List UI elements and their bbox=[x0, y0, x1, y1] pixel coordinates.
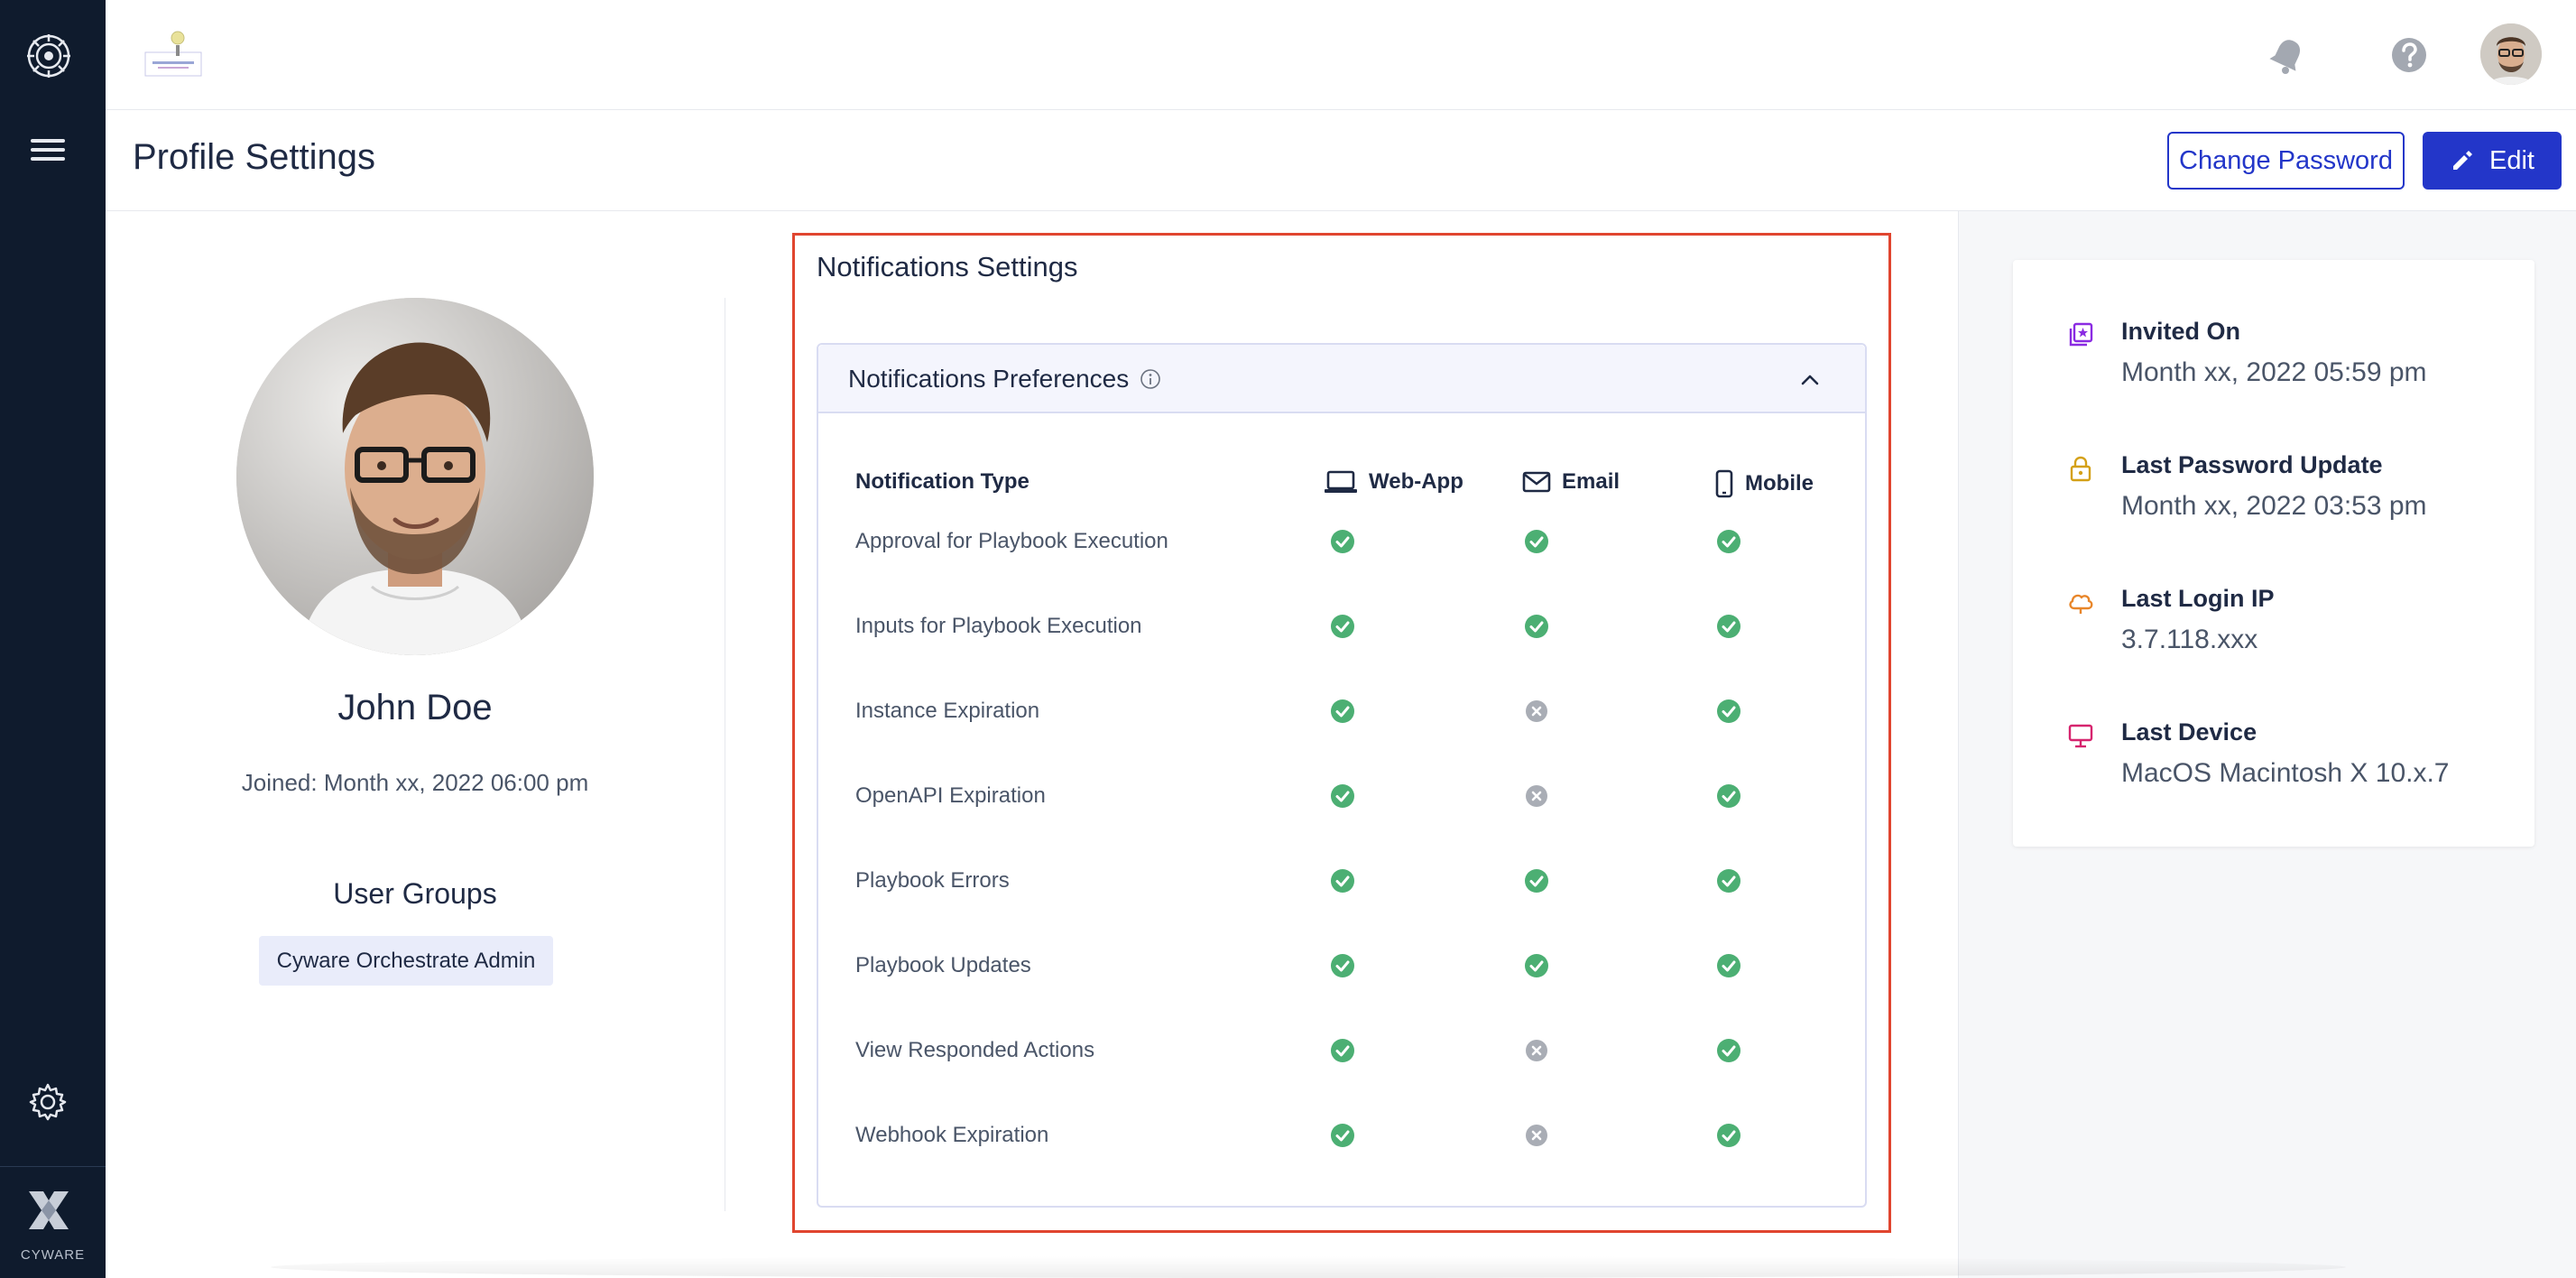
enabled-check-icon-mobile[interactable] bbox=[1716, 783, 1741, 809]
column-header-mobile: Mobile bbox=[1714, 469, 1814, 498]
last-device-label: Last Device bbox=[2121, 718, 2257, 746]
email-envelope-icon bbox=[1522, 471, 1551, 493]
invited-on-value: Month xx, 2022 05:59 pm bbox=[2121, 357, 2427, 387]
user-group-chip: Cyware Orchestrate Admin bbox=[259, 936, 553, 986]
info-icon[interactable] bbox=[1140, 368, 1161, 390]
monitor-icon bbox=[2068, 724, 2093, 748]
enabled-check-icon-webapp[interactable] bbox=[1330, 699, 1355, 724]
avatar-portrait-icon bbox=[2480, 23, 2542, 85]
notification-row-label: Playbook Updates bbox=[855, 953, 1031, 977]
page-title: Profile Settings bbox=[133, 137, 376, 177]
invited-on-label: Invited On bbox=[2121, 318, 2241, 345]
cyware-brand-icon bbox=[29, 1191, 69, 1229]
hamburger-menu-icon[interactable] bbox=[31, 139, 65, 166]
invited-star-icon bbox=[2069, 322, 2093, 347]
user-avatar-small[interactable] bbox=[2480, 23, 2542, 85]
notification-bell-icon[interactable] bbox=[2267, 34, 2308, 76]
enabled-check-icon-webapp[interactable] bbox=[1330, 529, 1355, 554]
column-header-webapp-label: Web-App bbox=[1369, 469, 1463, 494]
column-header-webapp: Web-App bbox=[1324, 469, 1463, 495]
enabled-check-icon-mobile[interactable] bbox=[1716, 1038, 1741, 1063]
enabled-check-icon-mobile[interactable] bbox=[1716, 868, 1741, 894]
last-login-ip-label: Last Login IP bbox=[2121, 585, 2275, 612]
enabled-check-icon-mobile[interactable] bbox=[1716, 1123, 1741, 1148]
notification-row-label: Webhook Expiration bbox=[855, 1123, 1049, 1147]
notification-row-label: Instance Expiration bbox=[855, 699, 1040, 723]
enabled-check-icon-mobile[interactable] bbox=[1716, 529, 1741, 554]
enabled-check-icon-webapp[interactable] bbox=[1330, 1123, 1355, 1148]
cloud-icon bbox=[2069, 594, 2093, 614]
change-password-button[interactable]: Change Password bbox=[2167, 132, 2405, 190]
disabled-x-icon-email[interactable] bbox=[1524, 1038, 1549, 1063]
enabled-check-icon-webapp[interactable] bbox=[1330, 1038, 1355, 1063]
brand-label: CYWARE bbox=[20, 1247, 86, 1263]
enabled-check-icon-webapp[interactable] bbox=[1330, 614, 1355, 639]
joined-date: Joined: Month xx, 2022 06:00 pm bbox=[241, 769, 589, 796]
column-header-email: Email bbox=[1522, 469, 1620, 495]
enabled-check-icon-webapp[interactable] bbox=[1330, 783, 1355, 809]
last-password-value: Month xx, 2022 03:53 pm bbox=[2121, 491, 2427, 521]
enabled-check-icon-email[interactable] bbox=[1524, 868, 1549, 894]
notifications-preferences-header[interactable]: Notifications Preferences bbox=[818, 345, 1865, 413]
notifications-preferences-title: Notifications Preferences bbox=[848, 365, 1130, 393]
left-nav-rail: CYWARE bbox=[0, 0, 106, 1278]
laptop-icon bbox=[1325, 470, 1357, 493]
column-header-mobile-label: Mobile bbox=[1745, 471, 1814, 495]
column-header-notification-type-label: Notification Type bbox=[855, 469, 1029, 494]
edit-button[interactable]: Edit bbox=[2423, 132, 2562, 190]
disabled-x-icon-email[interactable] bbox=[1524, 699, 1549, 724]
rail-divider bbox=[0, 1166, 106, 1167]
help-icon[interactable] bbox=[2388, 34, 2430, 76]
top-bar bbox=[106, 0, 2576, 110]
notification-row-label: OpenAPI Expiration bbox=[855, 783, 1046, 808]
disabled-x-icon-email[interactable] bbox=[1524, 1123, 1549, 1148]
lock-icon bbox=[2070, 456, 2091, 482]
notification-row-label: Inputs for Playbook Execution bbox=[855, 614, 1142, 638]
notification-row-label: Approval for Playbook Execution bbox=[855, 529, 1168, 553]
chevron-up-icon[interactable] bbox=[1796, 366, 1824, 394]
user-groups-title: User Groups bbox=[333, 877, 497, 910]
pencil-icon bbox=[2453, 151, 2472, 170]
tenant-logo-icon[interactable] bbox=[143, 27, 207, 81]
settings-gear-icon[interactable] bbox=[28, 1082, 68, 1122]
column-header-notification-type: Notification Type bbox=[855, 469, 1029, 495]
enabled-check-icon-mobile[interactable] bbox=[1716, 699, 1741, 724]
last-password-label: Last Password Update bbox=[2121, 451, 2383, 478]
enabled-check-icon-email[interactable] bbox=[1524, 953, 1549, 978]
last-device-value: MacOS Macintosh X 10.x.7 bbox=[2121, 758, 2450, 788]
notification-row-label: View Responded Actions bbox=[855, 1038, 1095, 1062]
profile-photo bbox=[236, 298, 594, 655]
last-login-ip-value: 3.7.118.xxx bbox=[2121, 625, 2258, 654]
enabled-check-icon-mobile[interactable] bbox=[1716, 953, 1741, 978]
notifications-settings-title: Notifications Settings bbox=[817, 251, 1078, 282]
edit-button-label: Edit bbox=[2489, 145, 2534, 175]
enabled-check-icon-email[interactable] bbox=[1524, 529, 1549, 554]
notification-row-label: Playbook Errors bbox=[855, 868, 1010, 893]
enabled-check-icon-mobile[interactable] bbox=[1716, 614, 1741, 639]
mobile-phone-icon bbox=[1715, 469, 1733, 498]
enabled-check-icon-webapp[interactable] bbox=[1330, 868, 1355, 894]
page-header: Profile Settings Change Password Edit bbox=[106, 110, 2576, 211]
account-info-card: Invited On Month xx, 2022 05:59 pm Last … bbox=[2013, 260, 2534, 847]
disabled-x-icon-email[interactable] bbox=[1524, 783, 1549, 809]
app-logo-icon[interactable] bbox=[25, 32, 72, 79]
notifications-preferences-panel: Notifications Preferences Notification T… bbox=[817, 343, 1867, 1208]
profile-portrait-icon bbox=[236, 298, 594, 655]
user-name: John Doe bbox=[337, 688, 493, 727]
enabled-check-icon-email[interactable] bbox=[1524, 614, 1549, 639]
column-header-email-label: Email bbox=[1562, 469, 1620, 494]
bottom-shadow bbox=[271, 1256, 2346, 1278]
enabled-check-icon-webapp[interactable] bbox=[1330, 953, 1355, 978]
